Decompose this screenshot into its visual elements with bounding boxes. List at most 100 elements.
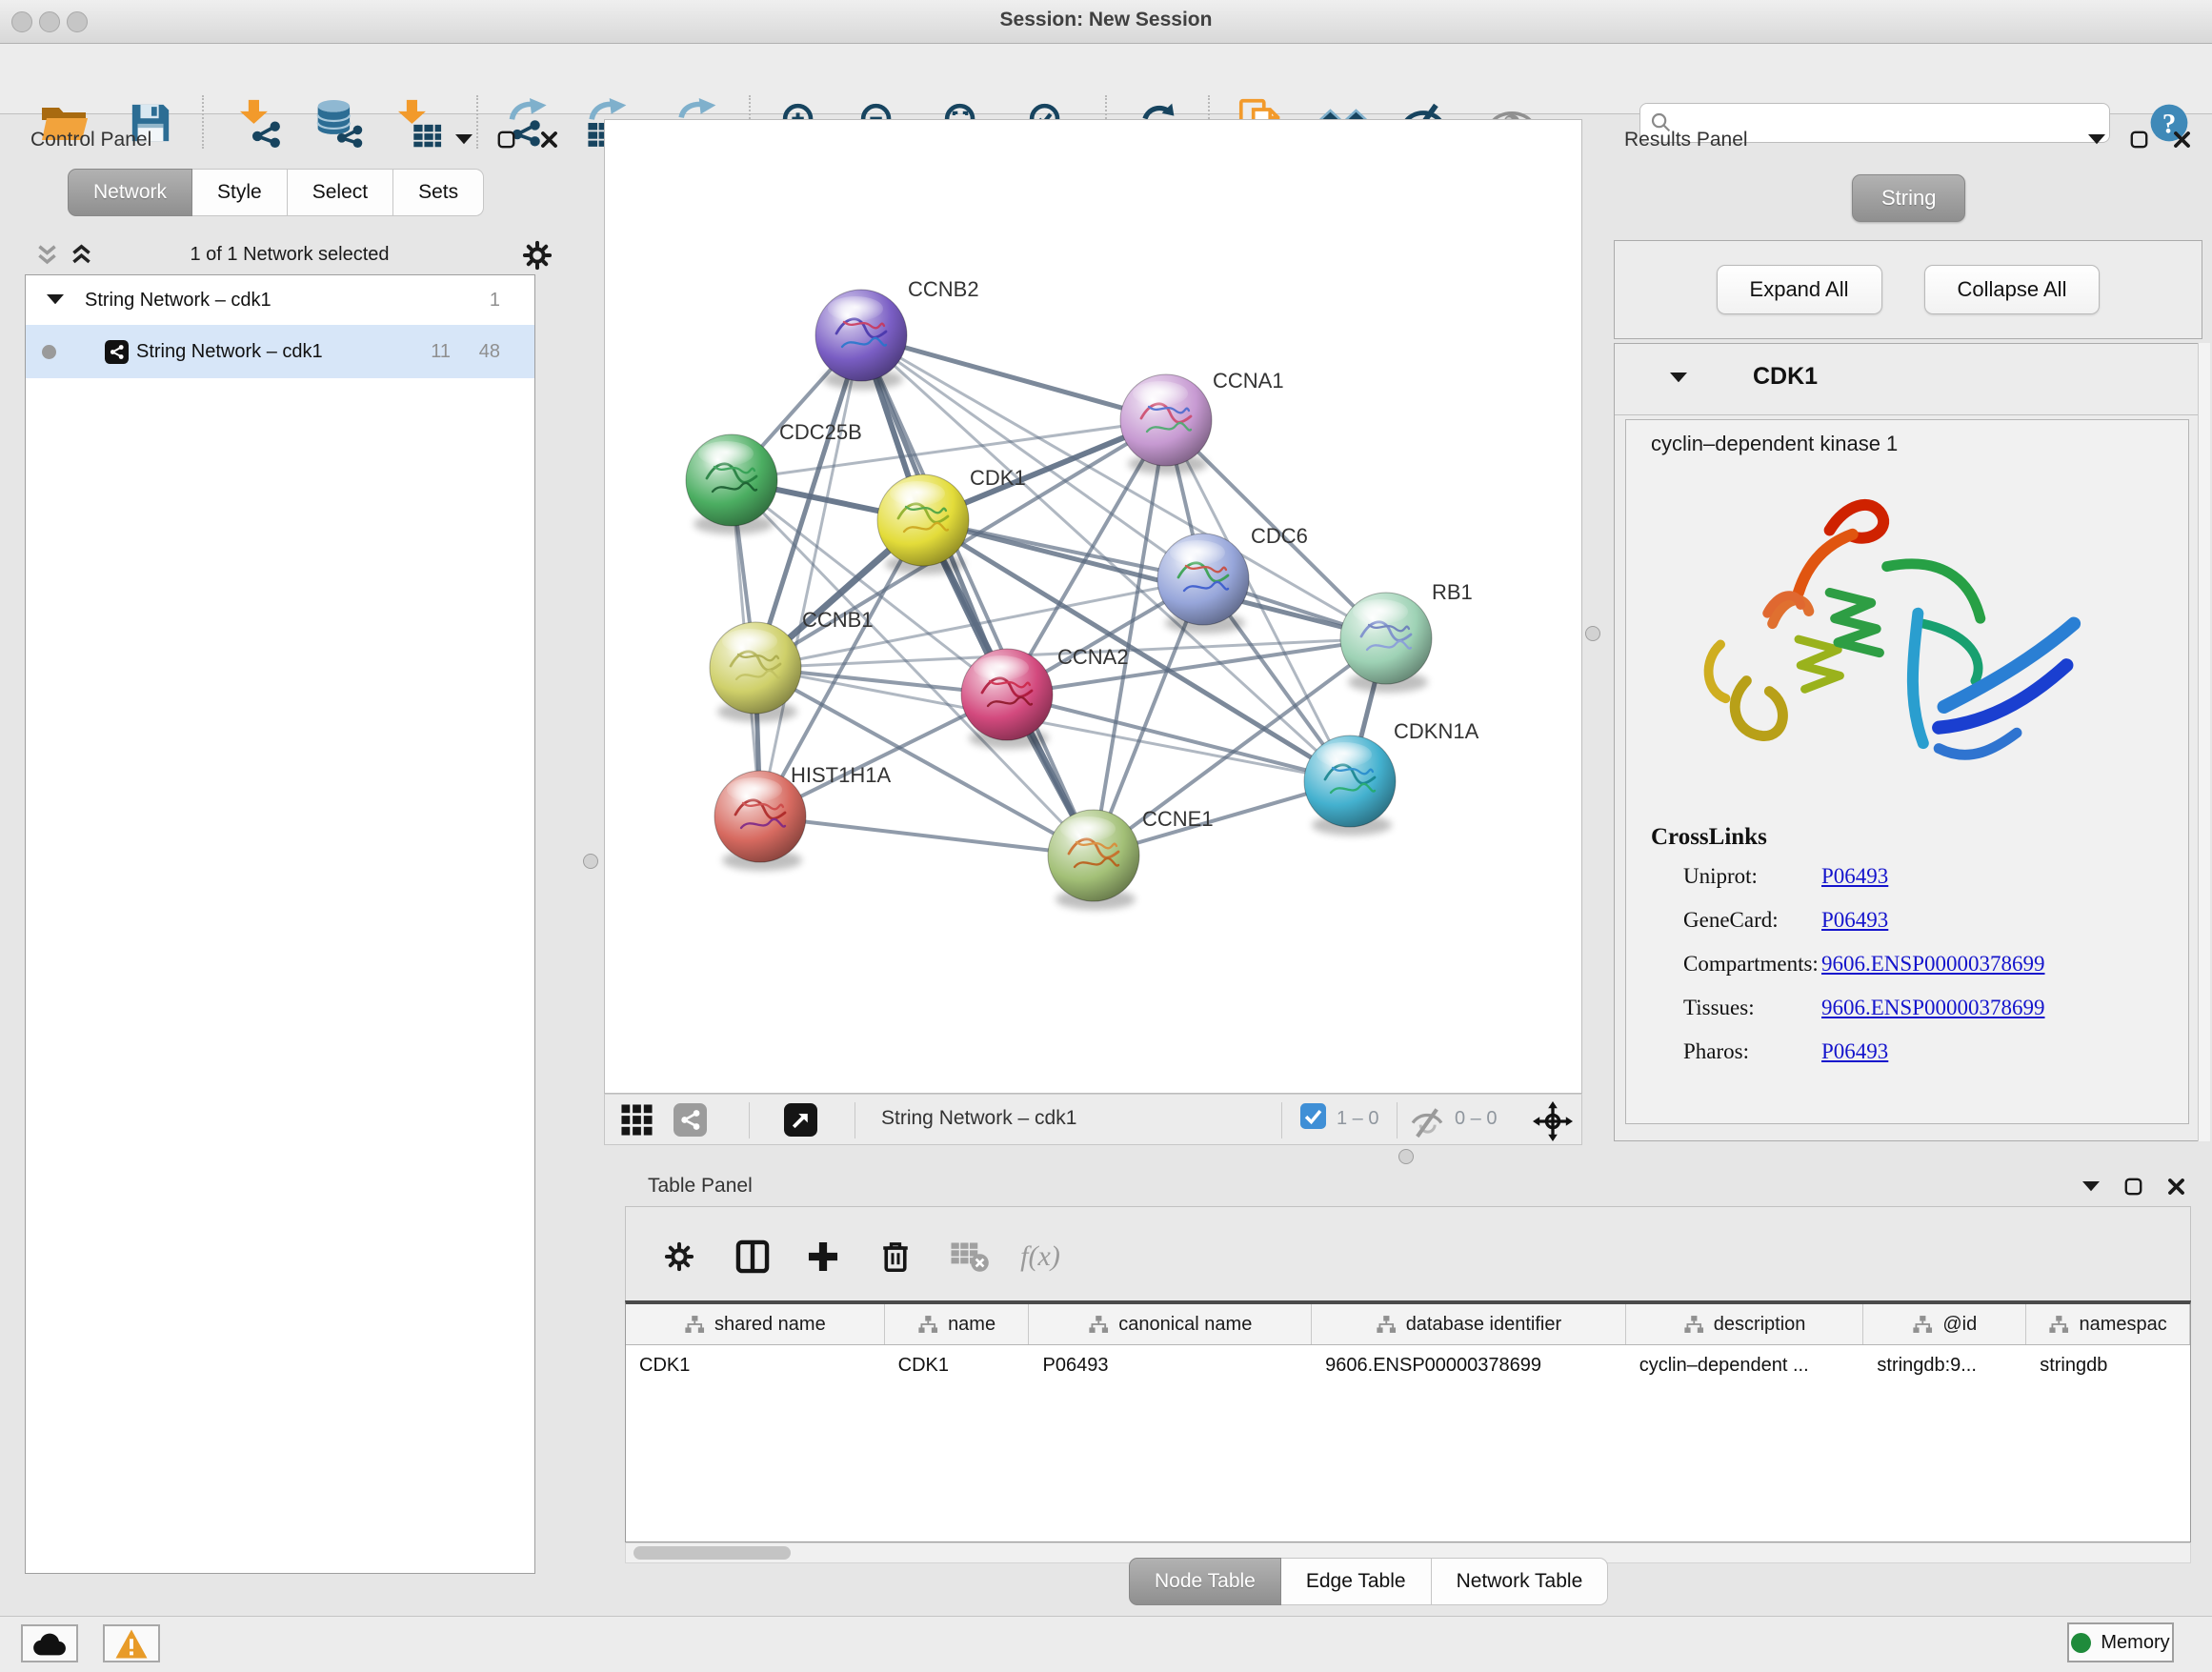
right-splitter-handle[interactable] xyxy=(1585,626,1600,641)
table-panel-float-icon[interactable] xyxy=(2124,1178,2142,1196)
network-view-panel: CCNB2CCNA1CDC25BCDK1CDC6RB1CCNB1CCNA2CDK… xyxy=(604,119,1582,1145)
delete-column-icon[interactable] xyxy=(871,1232,920,1281)
expand-all-button[interactable]: Expand All xyxy=(1717,265,1882,314)
crosslink-link[interactable]: P06493 xyxy=(1821,1039,1888,1064)
crosslink-label: Tissues: xyxy=(1683,996,1755,1019)
table-h-scrollbar-thumb[interactable] xyxy=(633,1546,791,1560)
export-view-icon[interactable] xyxy=(784,1103,817,1137)
column-label: @id xyxy=(1942,1314,1977,1336)
network-options-gear-icon[interactable] xyxy=(522,240,553,271)
tab-network-table[interactable]: Network Table xyxy=(1432,1558,1609,1605)
bottom-splitter-handle[interactable] xyxy=(1398,1149,1414,1164)
memory-button[interactable]: Memory xyxy=(2067,1622,2174,1662)
table-panel-collapse-icon[interactable] xyxy=(2082,1181,2100,1191)
show-columns-icon[interactable] xyxy=(728,1232,777,1281)
selected-elements-checkbox[interactable] xyxy=(1300,1103,1326,1129)
current-network-dot xyxy=(42,345,56,359)
tab-network[interactable]: Network xyxy=(68,169,192,216)
network-node-count: 11 xyxy=(431,341,451,363)
table-panel-close-icon[interactable] xyxy=(2167,1178,2185,1196)
collapse-all-button[interactable]: Collapse All xyxy=(1924,265,2101,314)
results-scrollbar[interactable] xyxy=(2198,343,2210,1141)
network-tree: String Network – cdk1 1 String Network –… xyxy=(25,274,535,1574)
network-node-CDC25B[interactable] xyxy=(686,434,777,534)
results-panel-float-icon[interactable] xyxy=(2130,131,2148,149)
column-label: namespac xyxy=(2079,1314,2166,1336)
column-header-description[interactable]: description xyxy=(1626,1304,1864,1344)
column-header-shared-name[interactable]: shared name xyxy=(626,1304,885,1344)
network-collection-row[interactable]: String Network – cdk1 1 xyxy=(26,275,534,325)
network-node-CDKN1A[interactable] xyxy=(1304,735,1396,836)
crosslink-link[interactable]: 9606.ENSP00000378699 xyxy=(1821,996,2045,1020)
control-panel-close-icon[interactable] xyxy=(540,131,558,149)
network-node-CCNA2[interactable] xyxy=(961,649,1053,749)
network-node-CDC6[interactable] xyxy=(1157,534,1249,634)
column-header-database-identifier[interactable]: database identifier xyxy=(1312,1304,1626,1344)
gene-name: CDK1 xyxy=(1753,363,1818,391)
table-settings-gear-icon[interactable] xyxy=(654,1232,704,1281)
warnings-button[interactable] xyxy=(103,1624,160,1662)
tab-node-table[interactable]: Node Table xyxy=(1129,1558,1281,1605)
clear-table-icon[interactable] xyxy=(945,1232,995,1281)
crosslink-link[interactable]: P06493 xyxy=(1821,864,1888,889)
network-canvas[interactable]: CCNB2CCNA1CDC25BCDK1CDC6RB1CCNB1CCNA2CDK… xyxy=(604,119,1582,1094)
column-type-icon xyxy=(917,1314,938,1335)
tab-edge-table[interactable]: Edge Table xyxy=(1281,1558,1432,1605)
column-header-canonical-name[interactable]: canonical name xyxy=(1029,1304,1312,1344)
node-label-CDK1: CDK1 xyxy=(970,466,1026,490)
control-panel-title: Control Panel xyxy=(30,129,151,151)
gene-section-expander-icon[interactable] xyxy=(1670,373,1687,382)
control-panel: Control Panel NetworkStyleSelectSets 1 o… xyxy=(8,119,572,1610)
network-node-CCNB1[interactable] xyxy=(710,622,801,722)
network-node-CCNA1[interactable] xyxy=(1120,374,1212,474)
left-splitter-handle[interactable] xyxy=(583,854,598,869)
network-node-RB1[interactable] xyxy=(1340,593,1432,693)
tab-sets[interactable]: Sets xyxy=(393,169,484,216)
column-header-@id[interactable]: @id xyxy=(1863,1304,2026,1344)
collection-label: String Network – cdk1 xyxy=(85,290,271,312)
birdseye-view-icon[interactable] xyxy=(620,1103,654,1137)
tab-select[interactable]: Select xyxy=(288,169,393,216)
hidden-elements-icon[interactable] xyxy=(1409,1106,1445,1139)
network-edge[interactable] xyxy=(760,335,861,816)
table-toolbar: f(x) xyxy=(625,1206,2191,1305)
main-toolbar: ? xyxy=(0,44,2212,114)
column-header-name[interactable]: name xyxy=(885,1304,1030,1344)
crosslink-link[interactable]: 9606.ENSP00000378699 xyxy=(1821,952,2045,977)
network-row-selected[interactable]: String Network – cdk1 11 48 xyxy=(26,325,534,378)
table-tabs: Node TableEdge TableNetwork Table xyxy=(1129,1558,1608,1605)
cloud-status-button[interactable] xyxy=(21,1624,78,1662)
function-builder-icon[interactable]: f(x) xyxy=(1016,1232,1065,1281)
collection-expander-icon[interactable] xyxy=(47,294,64,304)
control-panel-collapse-icon[interactable] xyxy=(455,134,473,144)
table-header-row: shared namenamecanonical namedatabase id… xyxy=(626,1304,2190,1345)
network-node-CCNE1[interactable] xyxy=(1048,810,1139,910)
table-cell: CDK1 xyxy=(626,1345,885,1385)
crosslinks-title: CrossLinks xyxy=(1651,824,1767,851)
node-label-CCNB1: CCNB1 xyxy=(802,608,874,632)
crosslink-link[interactable]: P06493 xyxy=(1821,908,1888,933)
add-column-icon[interactable] xyxy=(798,1232,848,1281)
gene-details: cyclin–dependent kinase 1 xyxy=(1625,419,2189,1124)
network-selection-status: 1 of 1 Network selected xyxy=(8,244,572,266)
tab-style[interactable]: Style xyxy=(192,169,288,216)
results-panel-close-icon[interactable] xyxy=(2173,131,2191,149)
column-header-namespac[interactable]: namespac xyxy=(2026,1304,2190,1344)
node-label-RB1: RB1 xyxy=(1432,580,1473,604)
network-node-CDK1[interactable] xyxy=(877,474,969,574)
column-type-icon xyxy=(684,1314,705,1335)
network-overview-icon[interactable] xyxy=(674,1103,707,1137)
crosslink-row: Pharos:P06493 xyxy=(1683,1039,1749,1064)
network-edge[interactable] xyxy=(861,335,1094,856)
pan-tool-icon[interactable] xyxy=(1533,1101,1573,1141)
network-edge[interactable] xyxy=(760,816,1094,856)
selected-counts: 1 – 0 xyxy=(1337,1108,1378,1130)
gene-section-header[interactable]: CDK1 xyxy=(1615,344,2202,415)
tab-string[interactable]: String xyxy=(1852,174,1965,222)
control-panel-float-icon[interactable] xyxy=(497,131,515,149)
network-node-CCNB2[interactable] xyxy=(815,290,907,390)
table-row[interactable]: CDK1CDK1P064939606.ENSP00000378699cyclin… xyxy=(626,1345,2190,1385)
results-panel-collapse-icon[interactable] xyxy=(2088,134,2105,144)
title-bar: Session: New Session xyxy=(0,0,2212,44)
network-view-footer: String Network – cdk1 1 – 0 0 – 0 xyxy=(604,1094,1582,1145)
